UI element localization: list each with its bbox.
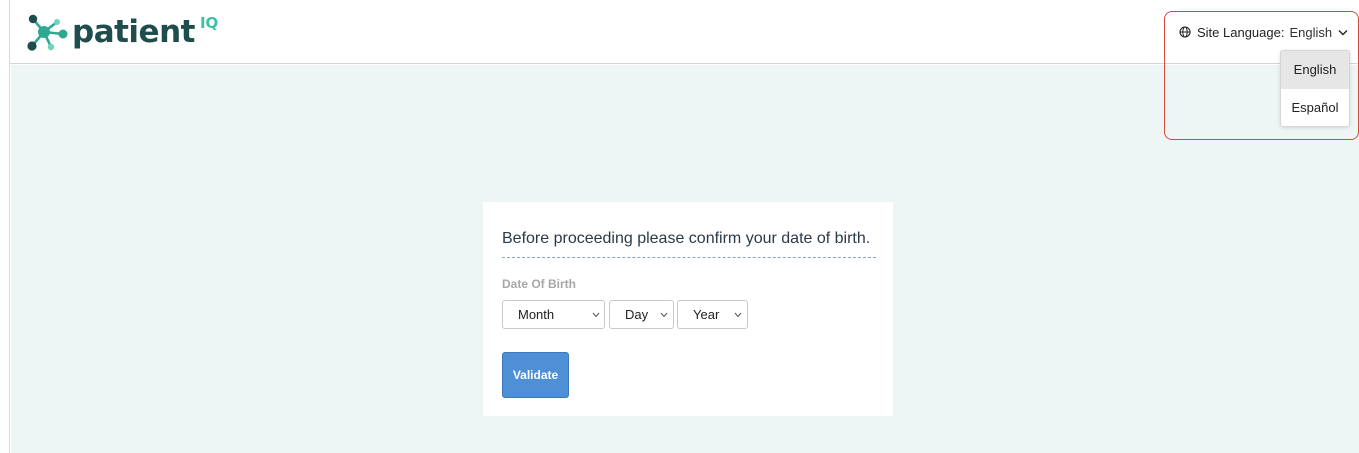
chevron-down-icon xyxy=(592,312,600,318)
dob-field-label: Date Of Birth xyxy=(502,277,577,291)
site-language-label: Site Language: xyxy=(1197,24,1285,40)
chevron-down-icon xyxy=(734,312,742,318)
chevron-down-icon xyxy=(660,312,668,318)
logo-wordmark: patient xyxy=(72,14,195,50)
dob-select-group: Month Day Year xyxy=(502,300,748,329)
day-select-value: Day xyxy=(625,307,649,322)
language-dropdown-menu: English Español xyxy=(1280,50,1350,127)
chevron-down-icon[interactable] xyxy=(1338,29,1348,36)
left-edge-divider xyxy=(0,0,10,453)
year-select-value: Year xyxy=(693,307,720,322)
month-select-value: Month xyxy=(518,307,555,322)
validate-button[interactable]: Validate xyxy=(502,352,569,398)
month-select[interactable]: Month xyxy=(502,300,605,329)
year-select[interactable]: Year xyxy=(677,300,748,329)
molecule-logo-icon xyxy=(27,14,68,51)
top-header: patient IQ xyxy=(0,0,1359,64)
day-select[interactable]: Day xyxy=(609,300,674,329)
language-option-english[interactable]: English xyxy=(1281,51,1349,89)
site-language-selector[interactable]: Site Language: English xyxy=(1179,21,1348,43)
dob-prompt-heading: Before proceeding please confirm your da… xyxy=(502,230,876,258)
logo-superscript: IQ xyxy=(199,14,219,32)
site-language-current[interactable]: English xyxy=(1289,25,1332,40)
dob-verification-card: Before proceeding please confirm your da… xyxy=(483,202,893,416)
globe-icon xyxy=(1179,26,1191,38)
patientiq-logo[interactable]: patient IQ xyxy=(24,12,218,52)
language-option-espanol[interactable]: Español xyxy=(1281,89,1349,126)
